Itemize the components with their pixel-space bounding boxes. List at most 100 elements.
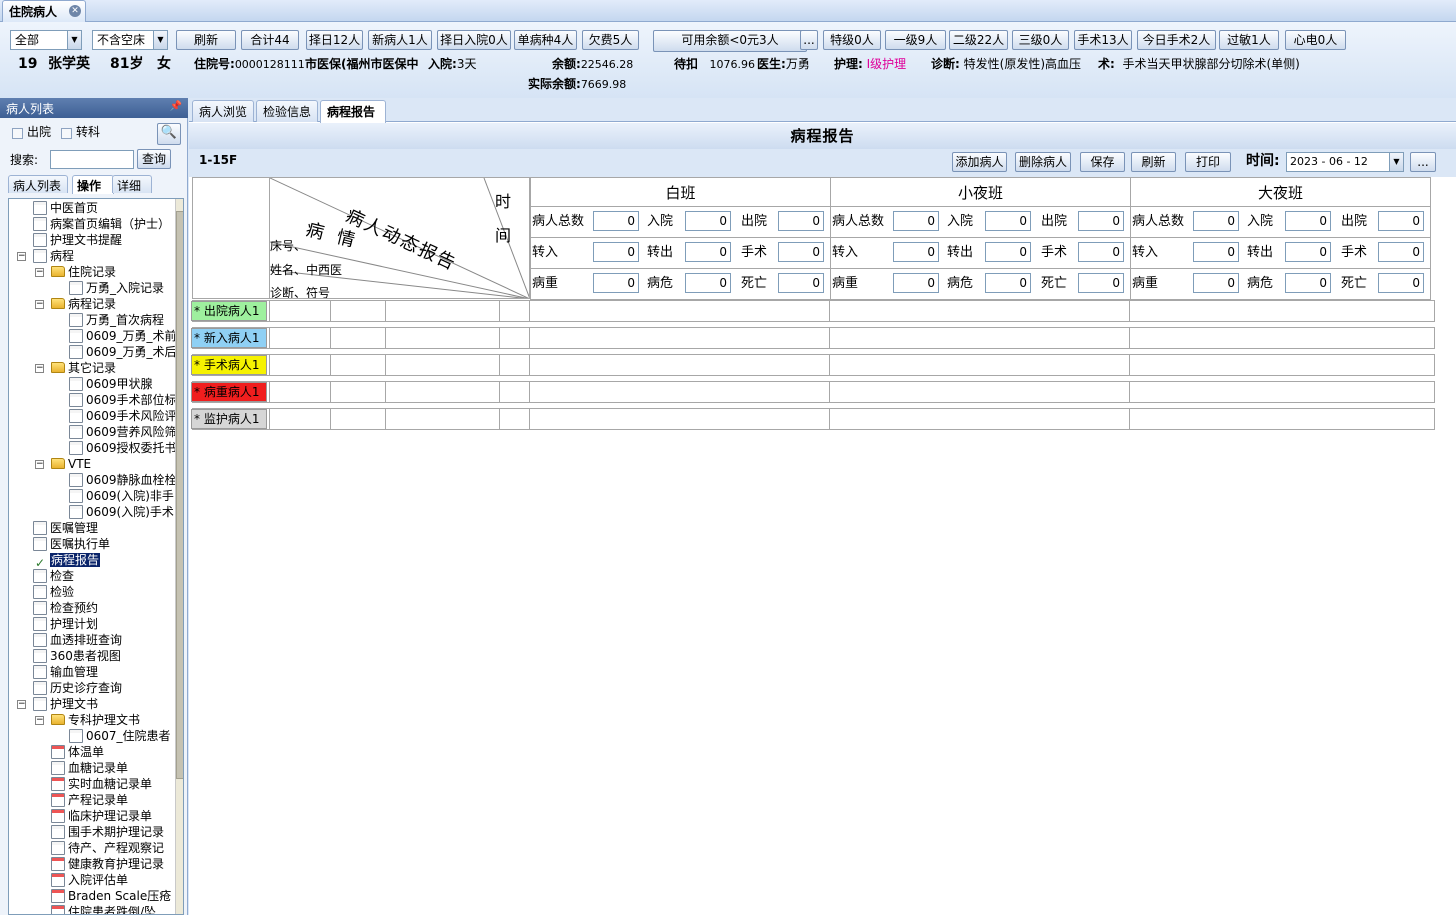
tree-item[interactable]: 历史诊疗查询 [33, 680, 122, 696]
tree-toggle[interactable]: − [17, 252, 26, 261]
level-button[interactable]: 今日手术2人 [1137, 30, 1216, 50]
stat-input[interactable]: 0 [893, 273, 939, 293]
content-tab[interactable]: 病程报告 [320, 100, 386, 123]
tree-item[interactable]: 0609授权委托书 [69, 440, 177, 456]
level-button[interactable]: 二级22人 [949, 30, 1008, 50]
toolbar-button[interactable]: 刷新 [176, 30, 236, 50]
chevron-down-icon[interactable]: ▼ [1389, 153, 1403, 171]
level-button[interactable]: 特级0人 [823, 30, 881, 50]
report-button[interactable]: 刷新 [1131, 152, 1176, 172]
toolbar-button[interactable]: 择日入院0人 [437, 30, 511, 50]
query-button[interactable]: 查询 [137, 149, 171, 169]
tree-toggle[interactable]: − [35, 268, 44, 277]
discharged-checkbox[interactable] [12, 128, 23, 139]
stat-input[interactable]: 0 [685, 273, 731, 293]
tree-item[interactable]: VTE [51, 456, 91, 472]
tree-item[interactable]: 专科护理文书 [51, 712, 140, 728]
stat-input[interactable]: 0 [893, 211, 939, 231]
tree-toggle[interactable]: − [35, 300, 44, 309]
stat-input[interactable]: 0 [593, 273, 639, 293]
report-button[interactable]: 打印 [1185, 152, 1231, 172]
tab-inpatient[interactable]: 住院病人 ✕ [2, 0, 86, 22]
tree-item[interactable]: 血糖记录单 [51, 760, 128, 776]
tree-item[interactable]: ✓ 病程报告 [33, 552, 101, 570]
left-tab[interactable]: 详细 [112, 175, 152, 193]
tree-item[interactable]: 中医首页 [33, 200, 98, 216]
scrollbar-thumb[interactable] [176, 211, 183, 779]
level-button[interactable]: 手术13人 [1074, 30, 1132, 50]
left-tab[interactable]: 操作 [72, 175, 114, 194]
category-label[interactable]: * 病重病人1 [191, 382, 267, 402]
tree-item[interactable]: 护理计划 [33, 616, 98, 632]
tree-item[interactable]: 产程记录单 [51, 792, 128, 808]
tree-item[interactable]: 病程 [33, 248, 74, 264]
tree-item[interactable]: 0609营养风险筛 [69, 424, 177, 440]
stat-input[interactable]: 0 [593, 242, 639, 262]
level-button[interactable]: 一级9人 [885, 30, 946, 50]
tree-toggle[interactable]: − [35, 364, 44, 373]
chevron-down-icon[interactable]: ▼ [67, 31, 81, 49]
tree-item[interactable]: 健康教育护理记录 [51, 856, 164, 872]
stat-input[interactable]: 0 [893, 242, 939, 262]
pin-icon[interactable]: 📌 [170, 101, 182, 112]
tree-item[interactable]: 血透排班查询 [33, 632, 122, 648]
stat-input[interactable]: 0 [985, 242, 1031, 262]
stat-input[interactable]: 0 [1285, 242, 1331, 262]
tree-item[interactable]: 0609_万勇_术后 [69, 344, 177, 360]
available-balance-button[interactable]: 可用余额<0元3人 [653, 30, 807, 52]
stat-input[interactable]: 0 [1193, 242, 1239, 262]
tree-item[interactable]: 医嘱执行单 [33, 536, 110, 552]
tree-toggle[interactable]: − [35, 460, 44, 469]
search-icon[interactable]: 🔍 [157, 123, 181, 145]
tree-item[interactable]: 入院评估单 [51, 872, 128, 888]
tree-item[interactable]: Braden Scale压疮 [51, 888, 171, 904]
transfer-checkbox[interactable] [61, 128, 72, 139]
date-picker[interactable]: 2023 - 06 - 12 ▼ [1286, 152, 1404, 172]
stat-input[interactable]: 0 [1378, 273, 1424, 293]
tree-item[interactable]: 360患者视图 [33, 648, 121, 664]
category-label[interactable]: * 手术病人1 [191, 355, 267, 375]
stat-input[interactable]: 0 [685, 242, 731, 262]
toolbar-button[interactable]: 欠费5人 [582, 30, 639, 50]
toolbar-button[interactable]: 合计44 [241, 30, 299, 50]
tree-item[interactable]: 0609静脉血栓栓 [69, 472, 177, 488]
tree-item[interactable]: 检查 [33, 568, 74, 584]
bed-filter-select[interactable]: 不含空床 ▼ [92, 30, 168, 50]
date-more-button[interactable]: ... [1410, 152, 1436, 172]
tree-item[interactable]: 医嘱管理 [33, 520, 98, 536]
search-input[interactable] [50, 150, 134, 169]
tree-item[interactable]: 护理文书 [33, 696, 98, 712]
category-label[interactable]: * 出院病人1 [191, 301, 267, 321]
category-label[interactable]: * 新入病人1 [191, 328, 267, 348]
level-button[interactable]: 过敏1人 [1219, 30, 1279, 50]
tree-item[interactable]: 病案首页编辑（护士） [33, 216, 170, 232]
stat-input[interactable]: 0 [593, 211, 639, 231]
tree-item[interactable]: 住院记录 [51, 264, 116, 280]
more-button[interactable]: ... [800, 30, 818, 50]
tree-toggle[interactable]: − [35, 716, 44, 725]
stat-input[interactable]: 0 [778, 273, 824, 293]
tree-item[interactable]: 0609(入院)非手 [69, 488, 174, 504]
level-button[interactable]: 三级0人 [1012, 30, 1069, 50]
stat-input[interactable]: 0 [1378, 211, 1424, 231]
close-icon[interactable]: ✕ [69, 5, 81, 17]
stat-input[interactable]: 0 [1193, 211, 1239, 231]
tree-item[interactable]: 输血管理 [33, 664, 98, 680]
stat-input[interactable]: 0 [1378, 242, 1424, 262]
tree-item[interactable]: 护理文书提醒 [33, 232, 122, 248]
tree-item[interactable]: 0609手术部位标 [69, 392, 177, 408]
toolbar-button[interactable]: 新病人1人 [368, 30, 432, 50]
stat-input[interactable]: 0 [1078, 211, 1124, 231]
stat-input[interactable]: 0 [1078, 273, 1124, 293]
tree-item[interactable]: 万勇_首次病程 [69, 312, 164, 328]
stat-input[interactable]: 0 [685, 211, 731, 231]
tree-item[interactable]: 检验 [33, 584, 74, 600]
stat-input[interactable]: 0 [778, 211, 824, 231]
report-button[interactable]: 添加病人 [952, 152, 1007, 172]
stat-input[interactable]: 0 [778, 242, 824, 262]
category-label[interactable]: * 监护病人1 [191, 409, 267, 429]
tree-item[interactable]: 0609甲状腺 [69, 376, 153, 392]
tree-item[interactable]: 待产、产程观察记 [51, 840, 164, 856]
tree-item[interactable]: 0609_万勇_术前 [69, 328, 177, 344]
tree-toggle[interactable]: − [17, 700, 26, 709]
